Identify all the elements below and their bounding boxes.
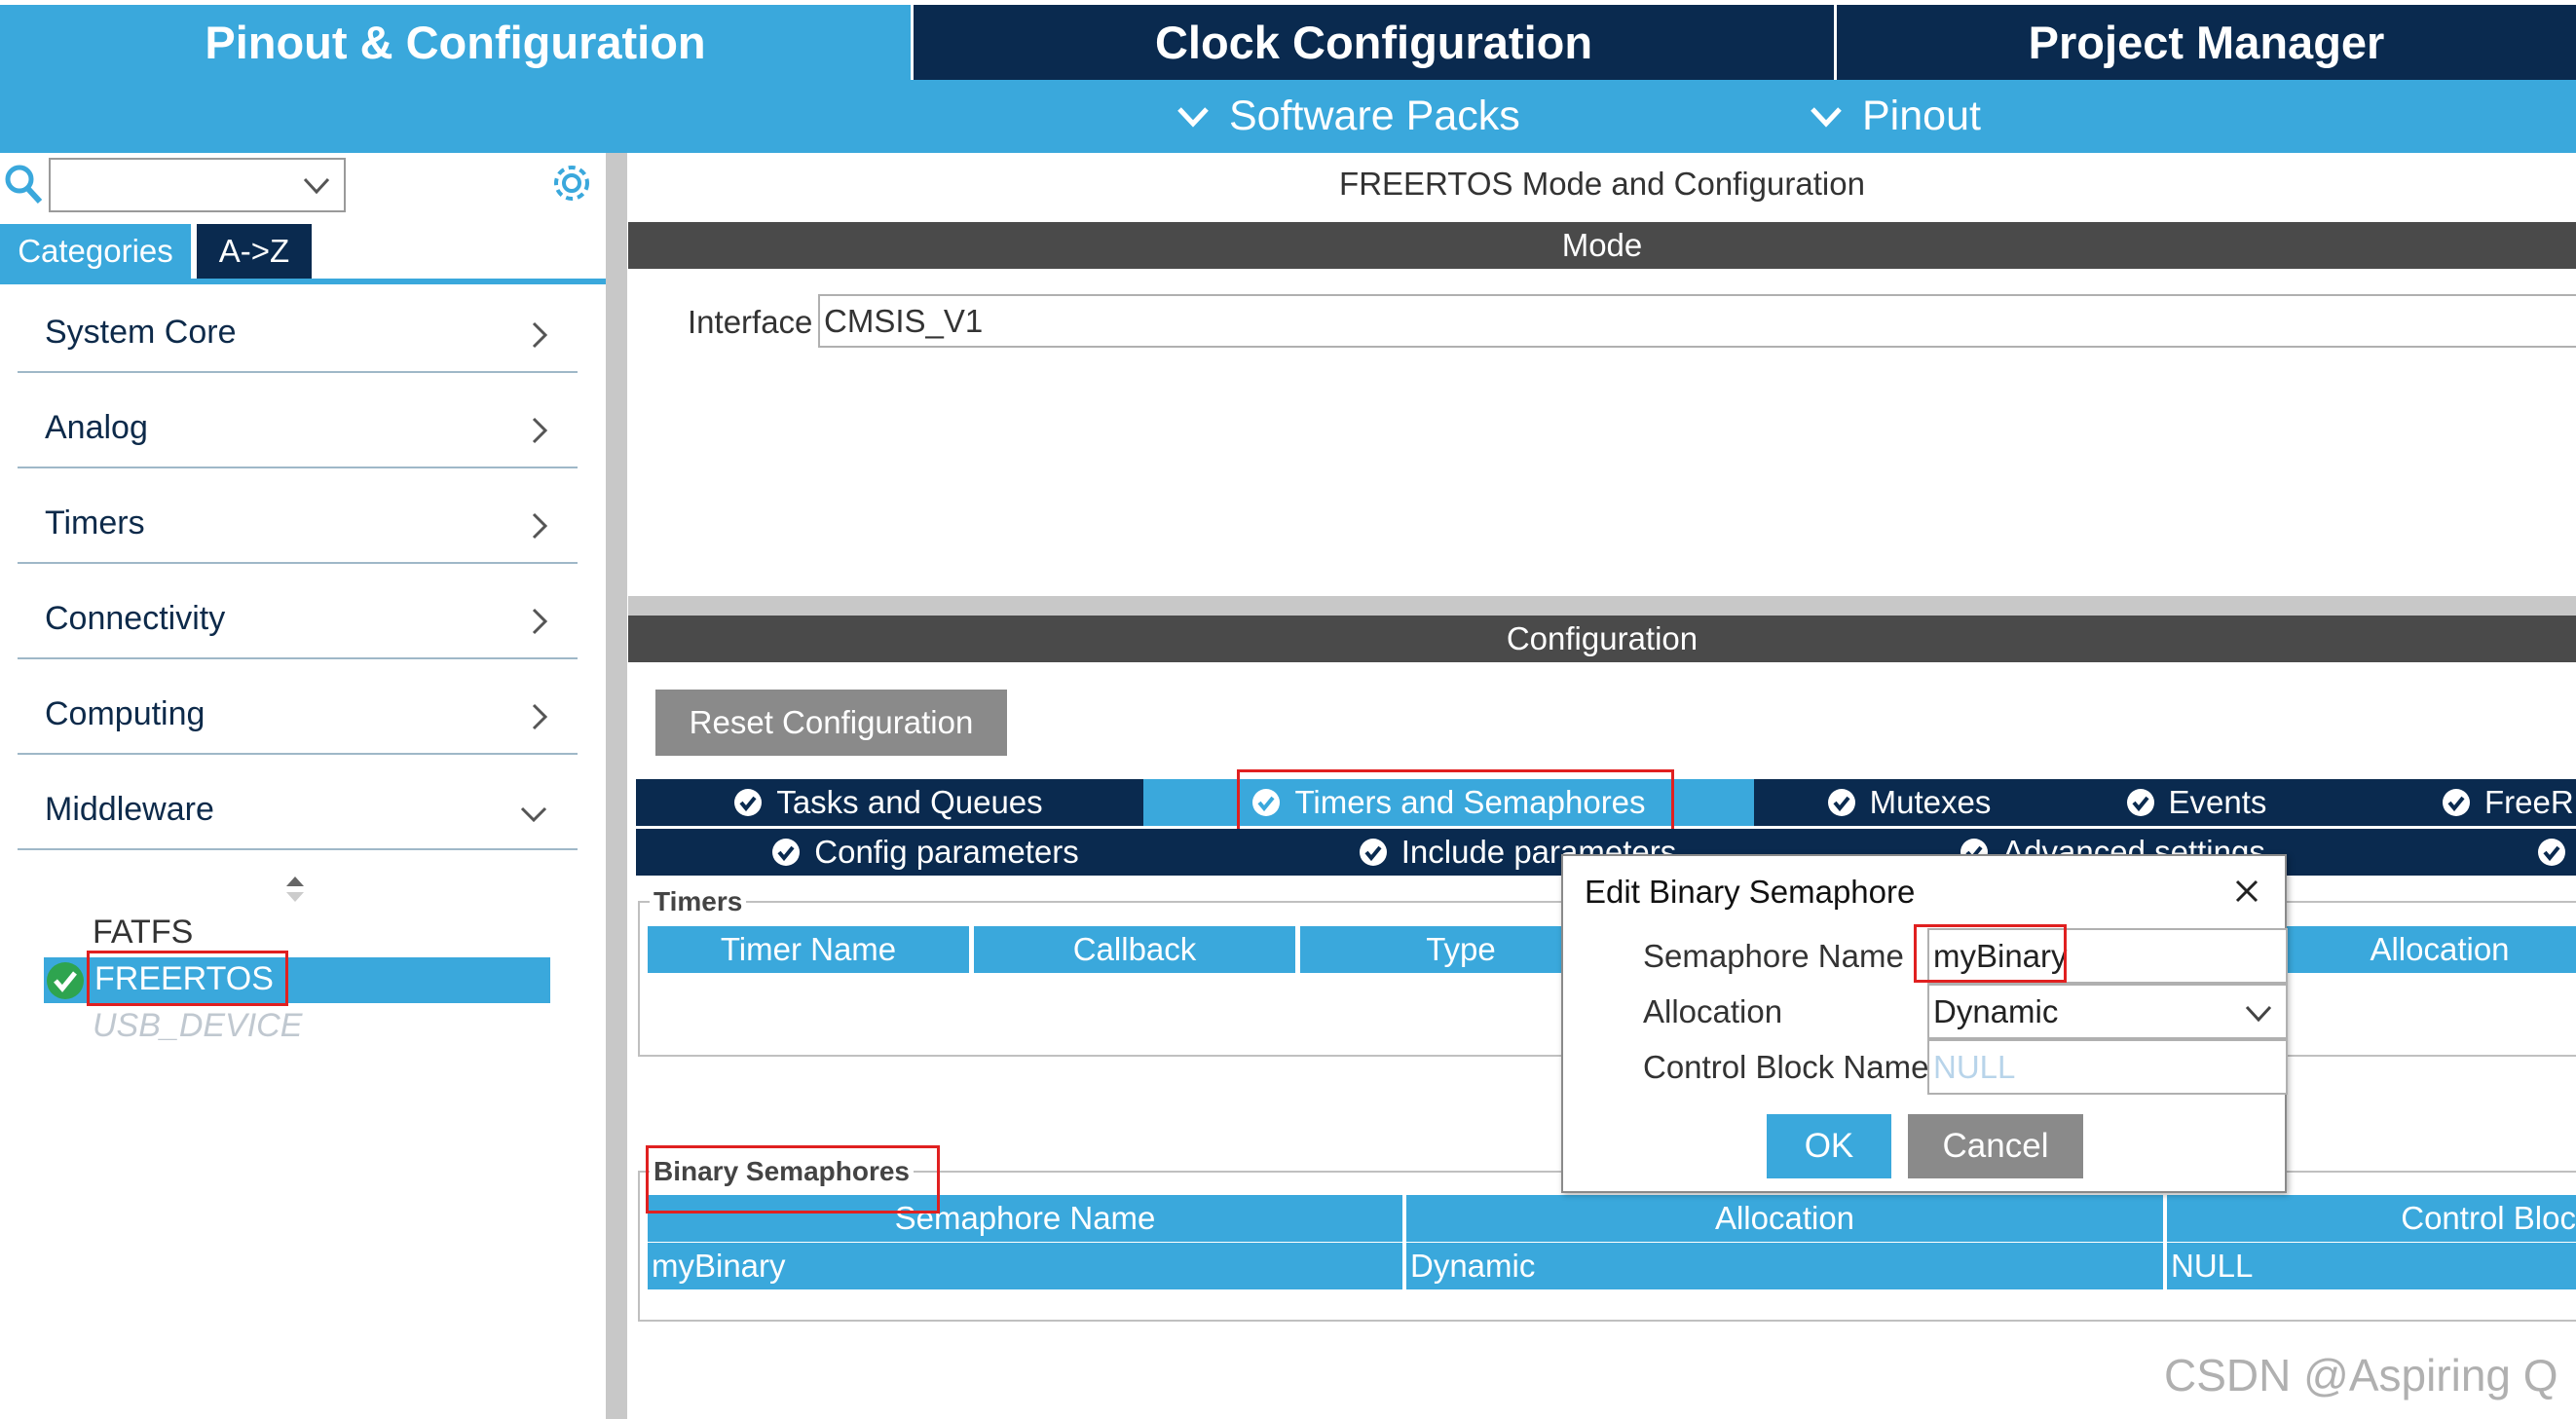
chevron-right-icon — [532, 417, 548, 444]
control-block-name-label: Control Block Name — [1643, 1049, 1929, 1085]
chevron-right-icon — [532, 512, 548, 540]
tab-label: FreeR — [2484, 784, 2574, 820]
category-timers[interactable]: Timers — [18, 468, 578, 564]
check-circle-icon — [2443, 789, 2470, 816]
category-label: Analog — [45, 409, 148, 446]
chevron-right-icon — [532, 703, 548, 730]
timers-legend: Timers — [650, 886, 747, 917]
chevron-down-icon[interactable] — [303, 177, 330, 195]
software-packs-label: Software Packs — [1229, 93, 1520, 139]
mode-header: Mode — [628, 222, 2576, 269]
check-circle-icon — [2538, 839, 2565, 866]
binsem-row-control[interactable]: NULL — [2167, 1243, 2576, 1289]
close-icon[interactable] — [2233, 878, 2260, 905]
tab-a-to-z[interactable]: A->Z — [197, 224, 312, 279]
tab-label: Tasks and Queues — [776, 784, 1043, 820]
panel-divider[interactable] — [606, 153, 627, 1419]
category-analog[interactable]: Analog — [18, 373, 578, 468]
gear-icon[interactable] — [549, 161, 594, 205]
category-system-core[interactable]: System Core — [18, 278, 578, 373]
timers-col-allocation[interactable]: Allocation — [2279, 926, 2576, 973]
category-label: Middleware — [45, 791, 214, 828]
highlight-binary-semaphores — [646, 1145, 940, 1214]
page-title: FREERTOS Mode and Configuration — [1339, 166, 1865, 202]
tab-label: Mutexes — [1869, 784, 1992, 820]
search-icon — [5, 165, 43, 205]
check-circle-icon — [772, 839, 801, 866]
edit-binary-semaphore-dialog: Edit Binary Semaphore Semaphore Name myB… — [1561, 854, 2288, 1193]
middleware-item-usb-device[interactable]: USB_DEVICE — [93, 1007, 302, 1045]
search-input[interactable] — [49, 158, 346, 212]
timers-col-callback[interactable]: Callback — [974, 926, 1295, 973]
configuration-header: Configuration — [628, 616, 2576, 662]
semaphore-name-label: Semaphore Name — [1643, 938, 1904, 974]
tab-config-parameters[interactable]: Config parameters — [636, 829, 1214, 876]
binsem-row-allocation[interactable]: Dynamic — [1406, 1243, 2163, 1289]
chevron-down-icon — [2245, 1005, 2272, 1023]
tab-mutexes[interactable]: Mutexes — [1758, 779, 2060, 826]
category-connectivity[interactable]: Connectivity — [18, 564, 578, 659]
timers-col-timer-name[interactable]: Timer Name — [648, 926, 969, 973]
tab-label: Config parameters — [814, 834, 1079, 870]
chevron-right-icon — [532, 608, 548, 635]
dialog-title: Edit Binary Semaphore — [1585, 874, 1916, 910]
tab-freertos-heap[interactable]: FreeR — [2333, 779, 2576, 826]
chevron-right-icon — [532, 321, 548, 349]
category-middleware[interactable]: Middleware — [18, 755, 578, 850]
reset-configuration-button[interactable]: Reset Configuration — [655, 690, 1007, 756]
interface-label: Interface — [688, 304, 813, 340]
chevron-down-icon — [520, 806, 547, 823]
software-packs-menu[interactable]: Software Packs — [1176, 80, 1520, 153]
watermark: CSDN @Aspiring Q — [2164, 1350, 2558, 1400]
allocation-label: Allocation — [1643, 993, 1783, 1029]
check-circle-icon — [1359, 839, 1387, 866]
category-computing[interactable]: Computing — [18, 659, 578, 755]
pinout-menu[interactable]: Pinout — [1810, 80, 1981, 153]
top-tab-underline — [0, 0, 2576, 5]
tab-events[interactable]: Events — [2064, 779, 2329, 826]
category-label: Computing — [45, 695, 205, 732]
middleware-item-fatfs[interactable]: FATFS — [93, 914, 193, 952]
tab-categories[interactable]: Categories — [0, 224, 191, 279]
section-separator — [628, 596, 2576, 616]
check-circle-icon — [47, 962, 84, 999]
binsem-col-allocation[interactable]: Allocation — [1406, 1195, 2163, 1242]
check-circle-icon — [734, 789, 763, 816]
tab-project-manager[interactable]: Project Manager — [1837, 5, 2576, 80]
category-label: Timers — [45, 504, 145, 541]
highlight-semaphore-name — [1914, 924, 2067, 983]
binsem-row-name[interactable]: myBinary — [648, 1243, 1402, 1289]
binsem-col-control[interactable]: Control Bloc — [2167, 1195, 2576, 1242]
pinout-label: Pinout — [1862, 93, 1981, 139]
chevron-down-icon — [1811, 106, 1842, 128]
highlight-timers-semaphores-tab — [1237, 769, 1674, 834]
interface-field[interactable]: CMSIS_V1 — [818, 294, 2576, 348]
category-label: Connectivity — [45, 600, 226, 637]
tab-clock-configuration[interactable]: Clock Configuration — [914, 5, 1834, 80]
tab-tasks-and-queues[interactable]: Tasks and Queues — [636, 779, 1140, 826]
allocation-value: Dynamic — [1933, 992, 2059, 1029]
tab-pinout-configuration[interactable]: Pinout & Configuration — [0, 5, 911, 80]
check-circle-icon — [1827, 789, 1855, 816]
ok-button[interactable]: OK — [1767, 1114, 1891, 1178]
chevron-down-icon — [1177, 106, 1209, 128]
highlight-freertos — [87, 951, 288, 1006]
control-block-name-field[interactable]: NULL — [1927, 1039, 2288, 1095]
sort-icon[interactable] — [284, 875, 306, 904]
tab-extra[interactable] — [2408, 829, 2576, 876]
cancel-button[interactable]: Cancel — [1908, 1114, 2083, 1178]
category-label: System Core — [45, 314, 237, 351]
tab-label: Events — [2168, 784, 2267, 820]
check-circle-icon — [2126, 789, 2154, 816]
allocation-select[interactable]: Dynamic — [1927, 984, 2288, 1039]
